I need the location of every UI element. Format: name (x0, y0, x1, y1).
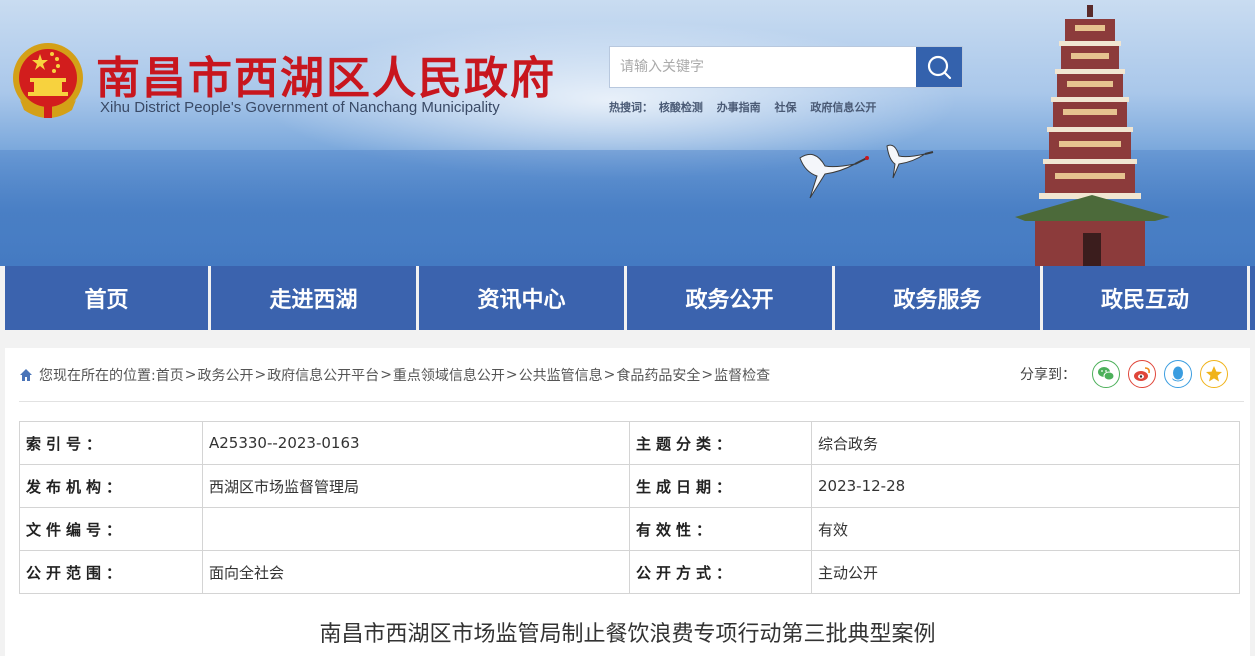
breadcrumb-separator: > (380, 366, 392, 383)
search-button[interactable] (916, 47, 962, 87)
info-label: 文件编号： (19, 507, 203, 551)
info-label: 发布机构： (19, 464, 203, 508)
info-value: A25330--2023-0163 (202, 421, 630, 465)
share-bar: 分享到： (1020, 360, 1228, 388)
breadcrumb-link[interactable]: 首页 (156, 365, 184, 385)
weibo-icon (1134, 367, 1150, 381)
nav-item-about-xihu[interactable]: 走进西湖 (208, 266, 416, 330)
share-weibo-button[interactable] (1128, 360, 1156, 388)
share-wechat-button[interactable] (1092, 360, 1120, 388)
breadcrumb-separator: > (603, 366, 616, 383)
info-label: 公开范围： (19, 550, 203, 594)
search-icon (927, 55, 952, 80)
breadcrumb-link[interactable]: 食品药品安全 (616, 365, 700, 385)
national-emblem-icon (13, 43, 83, 118)
share-label: 分享到： (1020, 367, 1076, 383)
breadcrumb-link[interactable]: 公共监管信息 (519, 365, 603, 385)
search-input[interactable] (610, 47, 916, 87)
info-label: 公开方式： (629, 550, 812, 594)
qzone-icon (1206, 366, 1222, 382)
info-value: 2023-12-28 (811, 464, 1240, 508)
table-row: 发布机构： 西湖区市场监督管理局 生成日期： 2023-12-28 (19, 464, 1240, 508)
table-row: 公开范围： 面向全社会 公开方式： 主动公开 (19, 550, 1240, 594)
cranes-illustration (799, 144, 934, 199)
info-value: 综合政务 (811, 421, 1240, 465)
breadcrumb-link[interactable]: 政务公开 (197, 365, 253, 385)
pagoda-illustration (1015, 5, 1170, 266)
breadcrumb-separator: > (184, 366, 197, 383)
nav-item-home[interactable]: 首页 (0, 266, 208, 330)
info-label: 索引号： (19, 421, 203, 465)
info-value: 主动公开 (811, 550, 1240, 594)
nav-item-public-interaction[interactable]: 政民互动 (1040, 266, 1250, 330)
breadcrumb-prefix: 您现在所在的位置: (39, 367, 156, 384)
nav-item-government-affairs[interactable]: 政务公开 (624, 266, 832, 330)
hot-words: 热搜词： 核酸检测 办事指南 社保 政府信息公开 (609, 99, 886, 115)
info-value (202, 507, 630, 551)
main-nav: 首页 走进西湖 资讯中心 政务公开 政务服务 政民互动 (0, 266, 1255, 330)
home-icon (20, 368, 32, 381)
hot-words-label: 热搜词： (609, 101, 653, 114)
nav-item-news-center[interactable]: 资讯中心 (416, 266, 624, 330)
qq-icon (1172, 366, 1184, 382)
info-label: 主题分类： (629, 421, 812, 465)
breadcrumb-link[interactable]: 重点领域信息公开 (393, 365, 505, 385)
hot-word-link[interactable]: 政府信息公开 (810, 101, 876, 114)
info-value: 西湖区市场监督管理局 (202, 464, 630, 508)
share-qzone-button[interactable] (1200, 360, 1228, 388)
nav-item-government-services[interactable]: 政务服务 (832, 266, 1040, 330)
info-value: 有效 (811, 507, 1240, 551)
search-box (609, 46, 963, 88)
table-row: 索引号： A25330--2023-0163 主题分类： 综合政务 (19, 421, 1240, 465)
breadcrumb: 您现在所在的位置: 首页 > 政务公开 > 政府信息公开平台 > 重点领域信息公… (19, 348, 1244, 402)
share-qq-button[interactable] (1164, 360, 1192, 388)
site-title: 南昌市西湖区人民政府 (96, 53, 556, 104)
hot-word-link[interactable]: 社保 (775, 101, 797, 114)
hot-word-link[interactable]: 办事指南 (717, 101, 761, 114)
content-panel: 您现在所在的位置: 首页 > 政务公开 > 政府信息公开平台 > 重点领域信息公… (5, 348, 1250, 656)
info-value: 面向全社会 (202, 550, 630, 594)
hot-word-link[interactable]: 核酸检测 (659, 101, 703, 114)
wechat-icon (1098, 367, 1115, 381)
breadcrumb-link[interactable]: 监督检查 (714, 365, 770, 385)
breadcrumb-link[interactable]: 政府信息公开平台 (267, 365, 379, 385)
breadcrumb-separator: > (701, 366, 714, 383)
breadcrumb-separator: > (505, 366, 518, 383)
info-label: 有效性： (629, 507, 812, 551)
table-row: 文件编号： 有效性： 有效 (19, 507, 1240, 551)
header-banner: 南昌市西湖区人民政府 Xihu District People's Govern… (0, 0, 1255, 266)
info-label: 生成日期： (629, 464, 812, 508)
document-info-table: 索引号： A25330--2023-0163 主题分类： 综合政务 发布机构： … (19, 421, 1240, 594)
breadcrumb-separator: > (254, 366, 267, 383)
article-title: 南昌市西湖区市场监管局制止餐饮浪费专项行动第三批典型案例 (319, 622, 936, 647)
site-subtitle: Xihu District People's Government of Nan… (100, 99, 500, 116)
